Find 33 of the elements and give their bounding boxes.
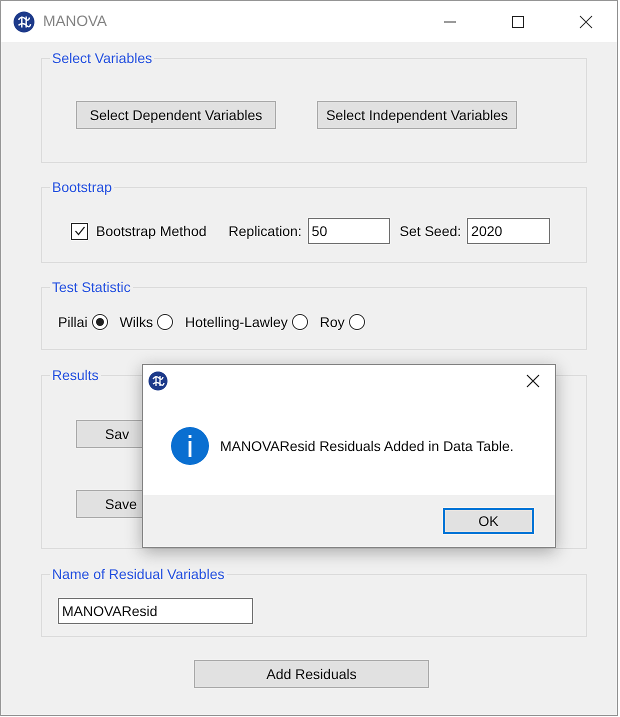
window-title: MANOVA bbox=[43, 13, 107, 30]
group-title: Test Statistic bbox=[51, 278, 132, 296]
input-field[interactable]: 50 bbox=[308, 218, 390, 244]
radio-button[interactable] bbox=[292, 314, 308, 330]
radio-button[interactable] bbox=[157, 314, 174, 330]
input-field[interactable]: MANOVAResid bbox=[58, 598, 253, 624]
group-title: Bootstrap bbox=[51, 178, 113, 196]
checkmark-icon bbox=[72, 224, 86, 238]
field-label: Replication: bbox=[228, 223, 302, 239]
radio-label: Hotelling-Lawley bbox=[185, 314, 288, 330]
close-icon[interactable] bbox=[579, 14, 593, 28]
info-icon bbox=[171, 427, 209, 465]
maximize-icon[interactable] bbox=[511, 14, 525, 28]
dialog-message: MANOVAResid Residuals Added in Data Table. bbox=[220, 438, 514, 454]
radio-label: Pillai bbox=[58, 314, 88, 330]
radio-label: Wilks bbox=[120, 314, 154, 330]
group-title: Select Variables bbox=[51, 49, 154, 67]
checkbox[interactable] bbox=[71, 222, 88, 240]
input-field[interactable]: 2020 bbox=[467, 218, 550, 244]
group-title: Results bbox=[51, 366, 100, 384]
checkbox-label: Bootstrap Method bbox=[96, 223, 207, 239]
group-title: Name of Residual Variables bbox=[51, 565, 226, 583]
select-button[interactable]: Select Independent Variables bbox=[317, 101, 517, 129]
app-icon bbox=[148, 371, 168, 391]
add-residuals-button[interactable]: Add Residuals bbox=[194, 660, 429, 688]
select-button[interactable]: Select Dependent Variables bbox=[76, 101, 276, 129]
radio-label: Roy bbox=[320, 314, 345, 330]
close-icon[interactable] bbox=[526, 374, 540, 388]
field-label: Set Seed: bbox=[400, 223, 462, 239]
app-icon bbox=[13, 10, 35, 32]
radio-button[interactable] bbox=[348, 314, 365, 330]
radio-button[interactable] bbox=[92, 314, 108, 330]
ok-button[interactable]: OK bbox=[443, 508, 534, 534]
